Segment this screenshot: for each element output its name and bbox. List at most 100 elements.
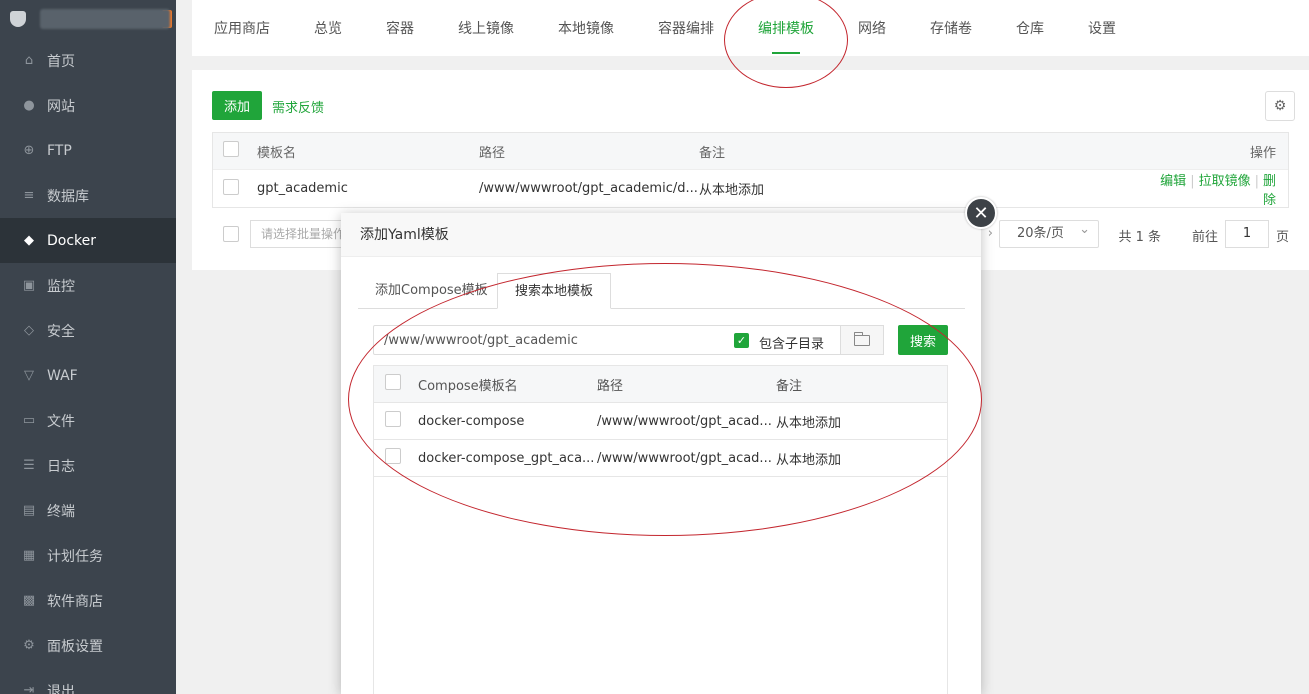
ftp-globe-icon: ⊕: [23, 143, 35, 158]
tab-local-images[interactable]: 本地镜像: [558, 0, 614, 56]
delete-link[interactable]: 删除: [1263, 174, 1276, 208]
dialog-title: 添加Yaml模板: [341, 213, 981, 257]
sidebar-item-label: 终端: [47, 503, 75, 520]
compose-name: docker-compose_gpt_aca...: [418, 450, 595, 466]
row-checkbox[interactable]: [223, 178, 239, 195]
sidebar-item-cron[interactable]: ▦ 计划任务: [0, 533, 176, 578]
waf-shield-icon: ▽: [24, 368, 34, 383]
search-button[interactable]: 搜索: [898, 325, 948, 355]
tab-overview[interactable]: 总览: [314, 0, 342, 56]
sidebar-item-label: 退出: [47, 683, 75, 694]
tab-network[interactable]: 网络: [858, 0, 886, 56]
template-note: 从本地添加: [699, 183, 765, 198]
sidebar-item-logout[interactable]: ⇥ 退出: [0, 668, 176, 694]
goto-page-input[interactable]: 1: [1225, 220, 1269, 248]
col-header-name: 模板名: [257, 145, 297, 161]
tab-registry[interactable]: 仓库: [1016, 0, 1044, 56]
feedback-link[interactable]: 需求反馈: [272, 97, 324, 116]
sidebar-item-monitor[interactable]: ▣ 监控: [0, 263, 176, 308]
sidebar-item-logs[interactable]: ☰ 日志: [0, 443, 176, 488]
sidebar-item-security[interactable]: ◇ 安全: [0, 308, 176, 353]
sidebar-item-terminal[interactable]: ▤ 终端: [0, 488, 176, 533]
sidebar-item-ftp[interactable]: ⊕ FTP: [0, 128, 176, 173]
tab-compose[interactable]: 容器编排: [658, 0, 714, 56]
home-icon: ⌂: [24, 53, 34, 68]
sidebar-item-files[interactable]: ▭ 文件: [0, 398, 176, 443]
sidebar-item-waf[interactable]: ▽ WAF: [0, 353, 176, 398]
template-path: /www/wwwroot/gpt_academic/d...: [479, 181, 698, 196]
sidebar-item-label: 文件: [47, 413, 75, 430]
dialog-tabs: 添加Compose模板 搜索本地模板: [358, 273, 965, 309]
search-path-value: /www/wwwroot/gpt_academic: [384, 333, 578, 348]
tab-add-compose-template[interactable]: 添加Compose模板: [358, 273, 505, 309]
settings-icon: ⚙: [23, 638, 35, 653]
select-all-checkbox[interactable]: [385, 374, 401, 390]
local-templates-table: Compose模板名 路径 备注 docker-compose /www/www…: [373, 365, 948, 694]
tab-search-local-template[interactable]: 搜索本地模板: [497, 273, 612, 309]
panel-logo-icon: [10, 11, 26, 27]
templates-table: 模板名 路径 备注 操作 gpt_academic /www/wwwroot/g…: [212, 132, 1289, 208]
sidebar-item-label: 软件商店: [47, 593, 103, 610]
sidebar-item-label: 计划任务: [47, 548, 103, 565]
shield-icon: ◇: [24, 323, 34, 338]
next-page-icon[interactable]: ›: [988, 226, 993, 241]
sidebar-item-label: FTP: [47, 142, 72, 159]
monitor-icon: ▣: [22, 278, 36, 293]
sidebar-item-store[interactable]: ▩ 软件商店: [0, 578, 176, 623]
add-template-button[interactable]: 添加: [212, 91, 262, 120]
search-path-field[interactable]: /www/wwwroot/gpt_academic ✓ 包含子目录: [373, 325, 884, 355]
logo: [0, 0, 176, 38]
sidebar-item-settings[interactable]: ⚙ 面板设置: [0, 623, 176, 668]
select-all-checkbox[interactable]: [223, 141, 239, 157]
compose-note: 从本地添加: [776, 452, 842, 468]
include-subdir-label: 包含子目录: [759, 337, 825, 352]
goto-label: 前往: [1191, 230, 1218, 245]
sidebar-item-label: 安全: [47, 323, 75, 340]
table-row: gpt_academic /www/wwwroot/gpt_academic/d…: [213, 170, 1288, 208]
tab-settings[interactable]: 设置: [1088, 0, 1116, 56]
row-checkbox[interactable]: [385, 411, 401, 427]
sidebar-item-label: 数据库: [47, 188, 89, 205]
browse-folder-button[interactable]: [840, 325, 884, 355]
close-icon[interactable]: ✕: [965, 197, 997, 229]
sidebar-item-label: 首页: [47, 53, 75, 70]
globe-icon: ●: [23, 98, 35, 113]
sidebar-item-website[interactable]: ● 网站: [0, 83, 176, 128]
pull-image-link[interactable]: 拉取镜像: [1199, 174, 1251, 189]
sidebar-item-database[interactable]: ≡ 数据库: [0, 173, 176, 218]
table-row: docker-compose_gpt_aca... /www/wwwroot/g…: [374, 440, 947, 477]
tab-volumes[interactable]: 存储卷: [930, 0, 972, 56]
table-header: 模板名 路径 备注 操作: [213, 133, 1288, 170]
tab-app-store[interactable]: 应用商店: [214, 0, 270, 56]
sidebar-item-label: 日志: [47, 458, 75, 475]
database-icon: ≡: [23, 188, 35, 203]
terminal-icon: ▤: [22, 503, 36, 518]
sidebar-item-label: 面板设置: [47, 638, 103, 655]
tab-compose-templates[interactable]: 编排模板: [758, 0, 814, 56]
column-settings-button[interactable]: ⚙: [1265, 91, 1295, 121]
row-actions: 编辑 | 拉取镜像 | 删除: [1160, 173, 1276, 208]
batch-select-checkbox[interactable]: [223, 226, 239, 242]
sidebar-item-label: WAF: [47, 367, 78, 384]
sidebar-item-docker[interactable]: ◆ Docker: [0, 218, 176, 263]
page-unit-label: 页: [1275, 230, 1289, 245]
compose-note: 从本地添加: [776, 415, 842, 431]
col-header-compose-name: Compose模板名: [418, 378, 518, 394]
logout-icon: ⇥: [23, 683, 35, 694]
table-header: Compose模板名 路径 备注: [374, 366, 947, 403]
include-subdir-checkbox[interactable]: ✓: [734, 333, 749, 348]
tab-online-images[interactable]: 线上镜像: [458, 0, 514, 56]
folder-icon: ▭: [22, 413, 36, 428]
col-header-path: 路径: [597, 378, 624, 394]
row-checkbox[interactable]: [385, 448, 401, 464]
compose-path: /www/wwwroot/gpt_acad...: [597, 450, 772, 466]
sidebar-item-home[interactable]: ⌂ 首页: [0, 38, 176, 83]
sidebar-item-label: Docker: [47, 232, 97, 249]
page-size-select[interactable]: 20条/页: [999, 217, 1099, 248]
col-header-actions: 操作: [1249, 145, 1276, 161]
docker-tab-bar: 应用商店 总览 容器 线上镜像 本地镜像 容器编排 编排模板 网络 存储卷 仓库…: [192, 0, 1309, 56]
edit-link[interactable]: 编辑: [1160, 174, 1186, 189]
docker-icon: ◆: [24, 233, 34, 248]
tab-containers[interactable]: 容器: [386, 0, 414, 56]
server-name-blurred: [40, 9, 170, 29]
